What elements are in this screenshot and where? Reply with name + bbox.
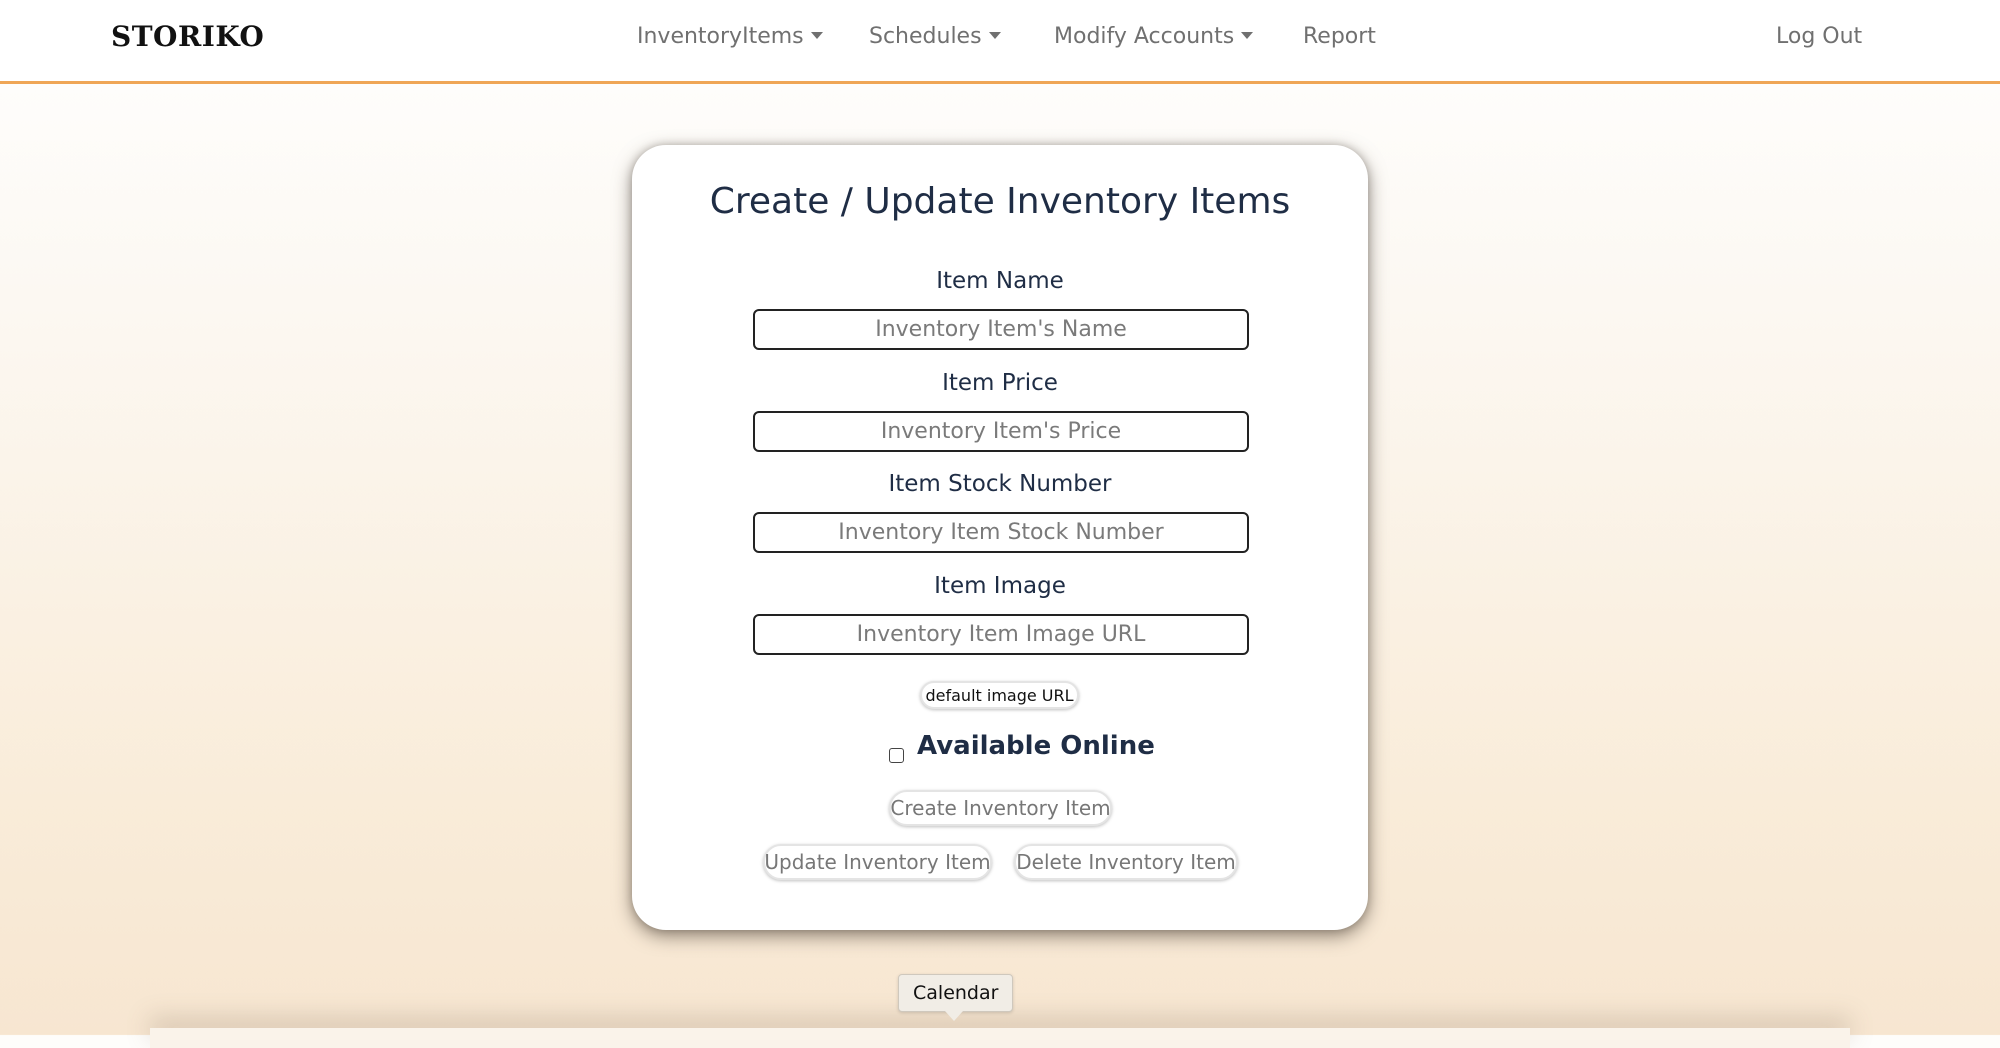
item-stock-number-input[interactable] <box>753 512 1249 553</box>
available-online-checkbox[interactable] <box>889 748 904 763</box>
caret-down-icon <box>810 32 823 39</box>
caret-down-icon <box>1241 32 1254 39</box>
calendar-tooltip: Calendar <box>898 974 1014 1012</box>
item-stock-number-label: Item Stock Number <box>888 471 1112 497</box>
item-image-url-input[interactable] <box>753 614 1249 655</box>
logout-link[interactable]: Log Out <box>1776 24 1862 49</box>
calendar-section <box>150 1028 1850 1048</box>
create-inventory-item-button[interactable]: Create Inventory Item <box>889 790 1112 826</box>
brand-logo[interactable]: STORIKO <box>111 20 264 53</box>
available-online-label: Available Online <box>917 731 1155 761</box>
item-name-label: Item Name <box>936 268 1064 294</box>
nav-report-link[interactable]: Report <box>1303 24 1376 49</box>
logout-label: Log Out <box>1776 24 1863 49</box>
tooltip-arrow-icon <box>945 1011 963 1021</box>
item-price-input[interactable] <box>753 411 1249 452</box>
item-name-input[interactable] <box>753 309 1249 350</box>
nav-inventory-items-label: InventoryItems <box>637 24 804 49</box>
caret-down-icon <box>988 32 1001 39</box>
nav-schedules-label: Schedules <box>869 24 982 49</box>
nav-modify-accounts-label: Modify Accounts <box>1054 24 1235 49</box>
item-image-label: Item Image <box>934 573 1066 599</box>
inventory-form-card: Create / Update Inventory Items Item Nam… <box>632 145 1368 930</box>
nav-schedules-dropdown[interactable]: Schedules <box>869 24 1001 49</box>
form-title: Create / Update Inventory Items <box>709 181 1291 222</box>
nav-inventory-items-dropdown[interactable]: InventoryItems <box>637 24 823 49</box>
default-image-url-button[interactable]: default image URL <box>920 681 1079 709</box>
delete-inventory-item-button[interactable]: Delete Inventory Item <box>1014 844 1238 880</box>
update-inventory-item-button[interactable]: Update Inventory Item <box>763 844 992 880</box>
top-navbar: STORIKO InventoryItems Schedules Modify … <box>0 0 2000 84</box>
nav-report-label: Report <box>1303 24 1376 49</box>
nav-modify-accounts-dropdown[interactable]: Modify Accounts <box>1054 24 1254 49</box>
item-price-label: Item Price <box>942 370 1058 396</box>
